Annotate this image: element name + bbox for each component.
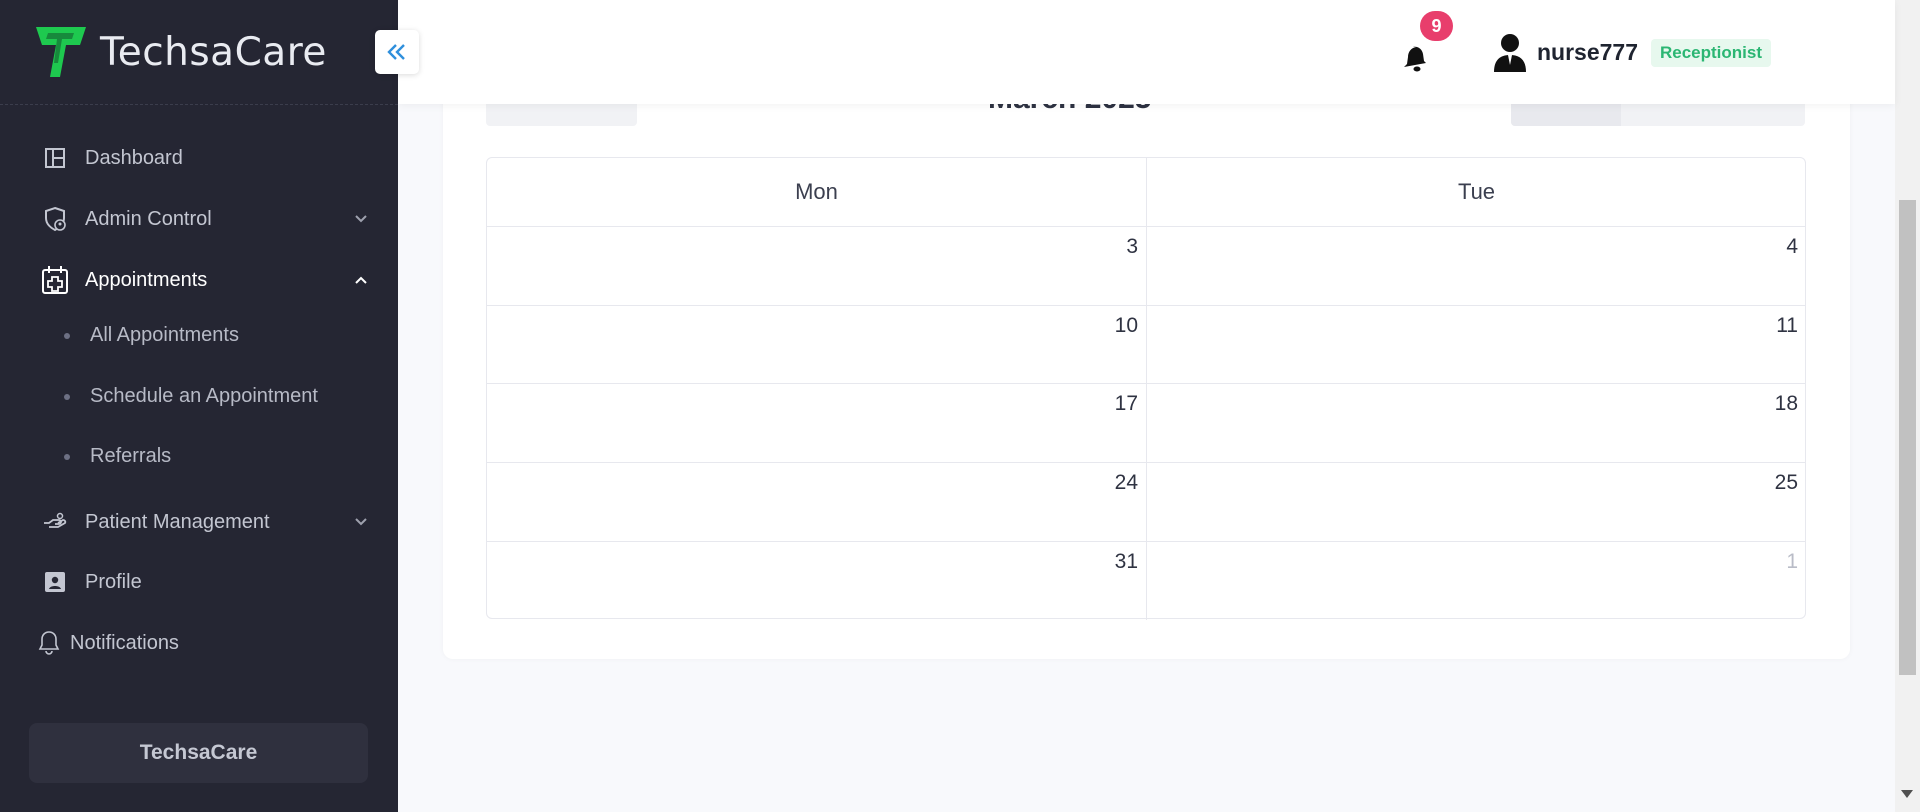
shield-user-icon	[40, 204, 70, 234]
day-cell-number[interactable]: 18	[1738, 392, 1798, 416]
sidebar-subitem-all-appointments[interactable]: All Appointments	[64, 324, 239, 347]
collapse-sidebar-button[interactable]	[375, 30, 419, 74]
hand-heart-icon	[40, 507, 70, 537]
username[interactable]: nurse777	[1537, 39, 1638, 66]
row-divider	[487, 541, 1805, 542]
sidebar-item-notifications[interactable]: Notifications	[34, 628, 364, 658]
sidebar-subitem-label: All Appointments	[90, 324, 239, 346]
day-cell-number-next-month[interactable]: 1	[1738, 550, 1798, 574]
sidebar-item-patient-management[interactable]: Patient Management	[40, 507, 370, 537]
bullet-dot	[64, 453, 70, 460]
brand[interactable]: TechsaCare	[30, 20, 327, 84]
page-scrollbar[interactable]	[1895, 0, 1920, 812]
sidebar-subitem-label: Referrals	[90, 445, 172, 467]
sidebar-subitem-referrals[interactable]: Referrals	[64, 445, 171, 468]
day-cell-number[interactable]: 25	[1738, 471, 1798, 495]
column-divider	[1146, 158, 1147, 620]
row-divider	[487, 226, 1805, 227]
calendar-grid: Mon Tue 3 4 10 11 17 18 24 25 31 1	[486, 157, 1806, 620]
sidebar-item-label: Profile	[85, 570, 142, 593]
row-divider	[487, 305, 1805, 306]
day-cell-number[interactable]: 4	[1738, 235, 1798, 259]
row-divider	[487, 462, 1805, 463]
sidebar-item-label: Appointments	[85, 268, 208, 291]
day-cell-number[interactable]: 11	[1738, 314, 1798, 338]
contact-card-icon	[40, 567, 70, 597]
day-cell-number[interactable]: 3	[1078, 235, 1138, 259]
column-header-tue: Tue	[1457, 179, 1496, 204]
row-divider	[487, 383, 1805, 384]
sidebar-footer-brand[interactable]: TechsaCare	[29, 723, 368, 783]
sidebar-item-label: Dashboard	[85, 146, 183, 169]
day-cell-number[interactable]: 10	[1078, 314, 1138, 338]
scrollbar-thumb[interactable]	[1899, 200, 1916, 675]
brand-divider	[0, 104, 398, 105]
chevron-down-icon	[352, 210, 370, 228]
sidebar-item-label: Admin Control	[85, 207, 212, 230]
bullet-dot	[64, 332, 70, 339]
user-avatar-icon[interactable]	[1492, 32, 1528, 72]
sidebar-item-appointments[interactable]: Appointments	[40, 265, 370, 295]
sidebar-subitem-schedule-appointment[interactable]: Schedule an Appointment	[64, 385, 318, 408]
sidebar-item-dashboard[interactable]: Dashboard	[40, 143, 370, 173]
role-badge: Receptionist	[1651, 39, 1772, 67]
double-chevron-left-icon	[387, 44, 405, 60]
day-cell-number[interactable]: 17	[1078, 392, 1138, 416]
sidebar-item-profile[interactable]: Profile	[40, 567, 370, 597]
notification-count-badge: 9	[1420, 11, 1453, 41]
bullet-dot	[64, 393, 70, 400]
sidebar-item-label: Notifications	[70, 631, 179, 654]
bell-outline-icon	[34, 628, 64, 658]
brand-logo-icon	[36, 27, 86, 77]
dashboard-icon	[40, 143, 70, 173]
sidebar-item-label: Patient Management	[85, 510, 270, 533]
chevron-up-icon	[352, 271, 370, 289]
day-cell-number[interactable]: 31	[1078, 550, 1138, 574]
chevron-down-icon	[352, 513, 370, 531]
scroll-down-arrow-icon[interactable]	[1901, 790, 1913, 798]
column-header-mon: Mon	[795, 179, 838, 204]
day-cell-number[interactable]: 24	[1078, 471, 1138, 495]
brand-name: TechsaCare	[100, 29, 327, 75]
calendar-plus-icon	[40, 265, 70, 295]
notification-bell-icon[interactable]	[1402, 42, 1434, 74]
sidebar: TechsaCare Dashboard Admin Control Appoi…	[0, 0, 398, 812]
sidebar-item-admin-control[interactable]: Admin Control	[40, 204, 370, 234]
sidebar-subitem-label: Schedule an Appointment	[90, 385, 318, 407]
